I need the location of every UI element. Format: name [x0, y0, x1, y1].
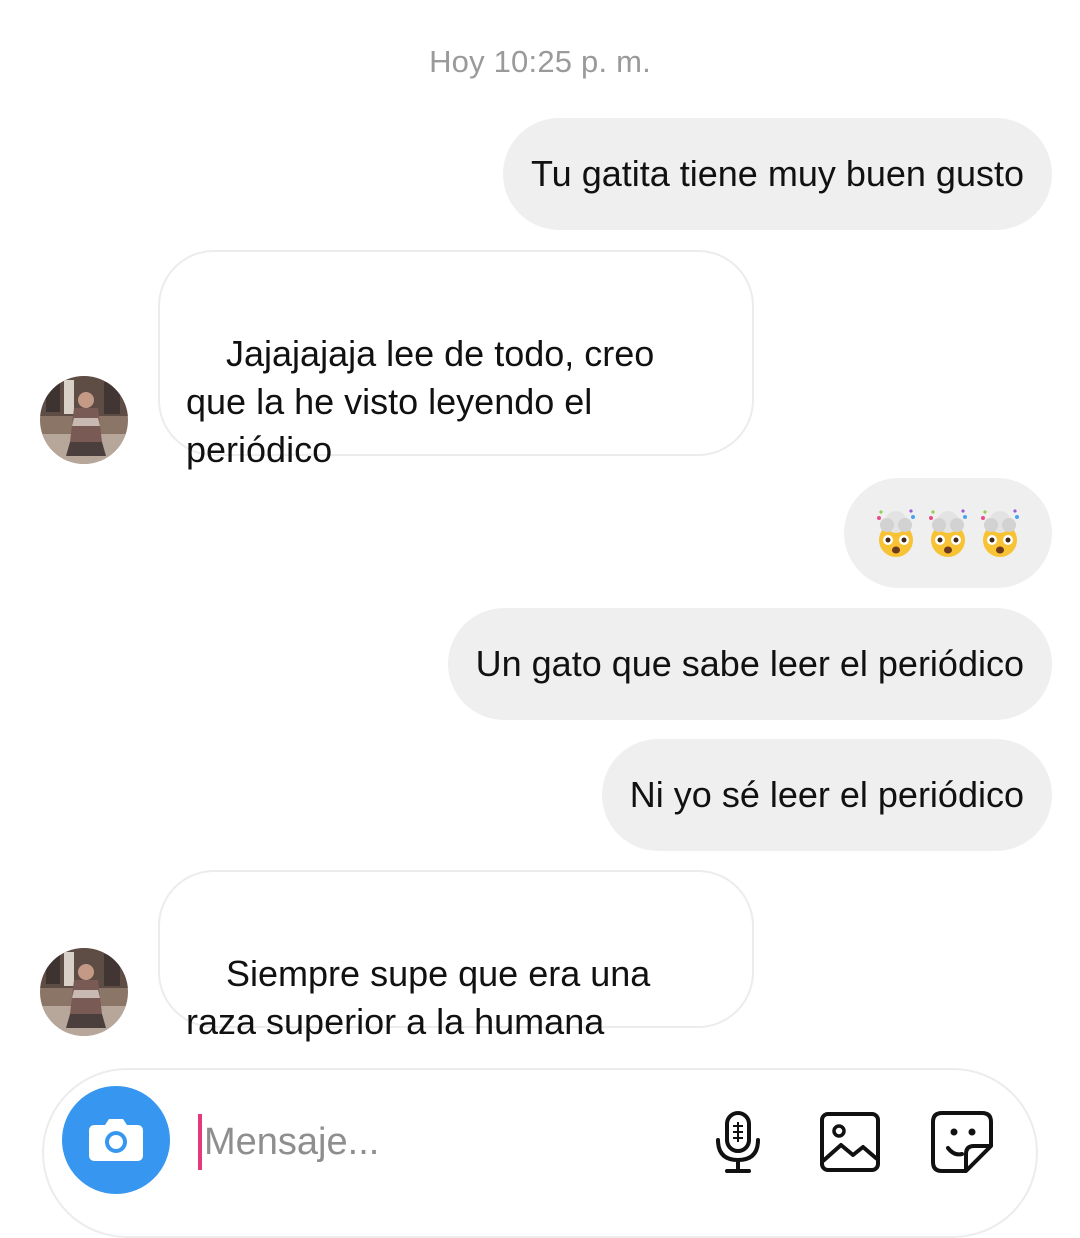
- camera-button[interactable]: [62, 1086, 170, 1194]
- message-text: Jajajajaja lee de todo, creo que la he v…: [186, 333, 655, 470]
- incoming-message[interactable]: Jajajajaja lee de todo, creo que la he v…: [158, 250, 754, 470]
- outgoing-message[interactable]: Un gato que sabe leer el periódico: [447, 608, 1052, 720]
- avatar-photo: [40, 948, 128, 1036]
- microphone-icon: [716, 1111, 760, 1173]
- sticker-button[interactable]: [930, 1108, 994, 1176]
- image-icon: [820, 1112, 880, 1172]
- message-input[interactable]: [204, 1112, 684, 1172]
- emoji-group: [871, 508, 1025, 558]
- exploding-head-emoji: [981, 509, 1019, 557]
- avatar-photo: [40, 376, 128, 464]
- chat-timestamp: Hoy 10:25 p. m.: [429, 44, 651, 79]
- sticker-icon: [931, 1111, 993, 1173]
- camera-icon: [89, 1119, 143, 1161]
- message-text: Tu gatita tiene muy buen gusto: [531, 153, 1024, 194]
- message-text: Un gato que sabe leer el periódico: [475, 643, 1024, 684]
- exploding-head-emoji: [877, 509, 915, 557]
- outgoing-emoji-message[interactable]: 🤯🤯🤯: [844, 478, 1052, 588]
- gallery-button[interactable]: [818, 1108, 882, 1176]
- outgoing-message[interactable]: Tu gatita tiene muy buen gusto: [503, 118, 1052, 230]
- incoming-message[interactable]: Siempre supe que era una raza superior a…: [158, 870, 754, 1042]
- avatar[interactable]: [40, 948, 128, 1036]
- message-composer: [42, 1068, 1038, 1238]
- message-text: Siempre supe que era una raza superior a…: [186, 953, 651, 1042]
- text-caret: [198, 1114, 202, 1170]
- microphone-button[interactable]: [706, 1108, 770, 1176]
- message-text: Ni yo sé leer el periódico: [629, 774, 1024, 815]
- exploding-head-emoji: [929, 509, 967, 557]
- outgoing-message[interactable]: Ni yo sé leer el periódico: [601, 739, 1052, 851]
- avatar[interactable]: [40, 376, 128, 464]
